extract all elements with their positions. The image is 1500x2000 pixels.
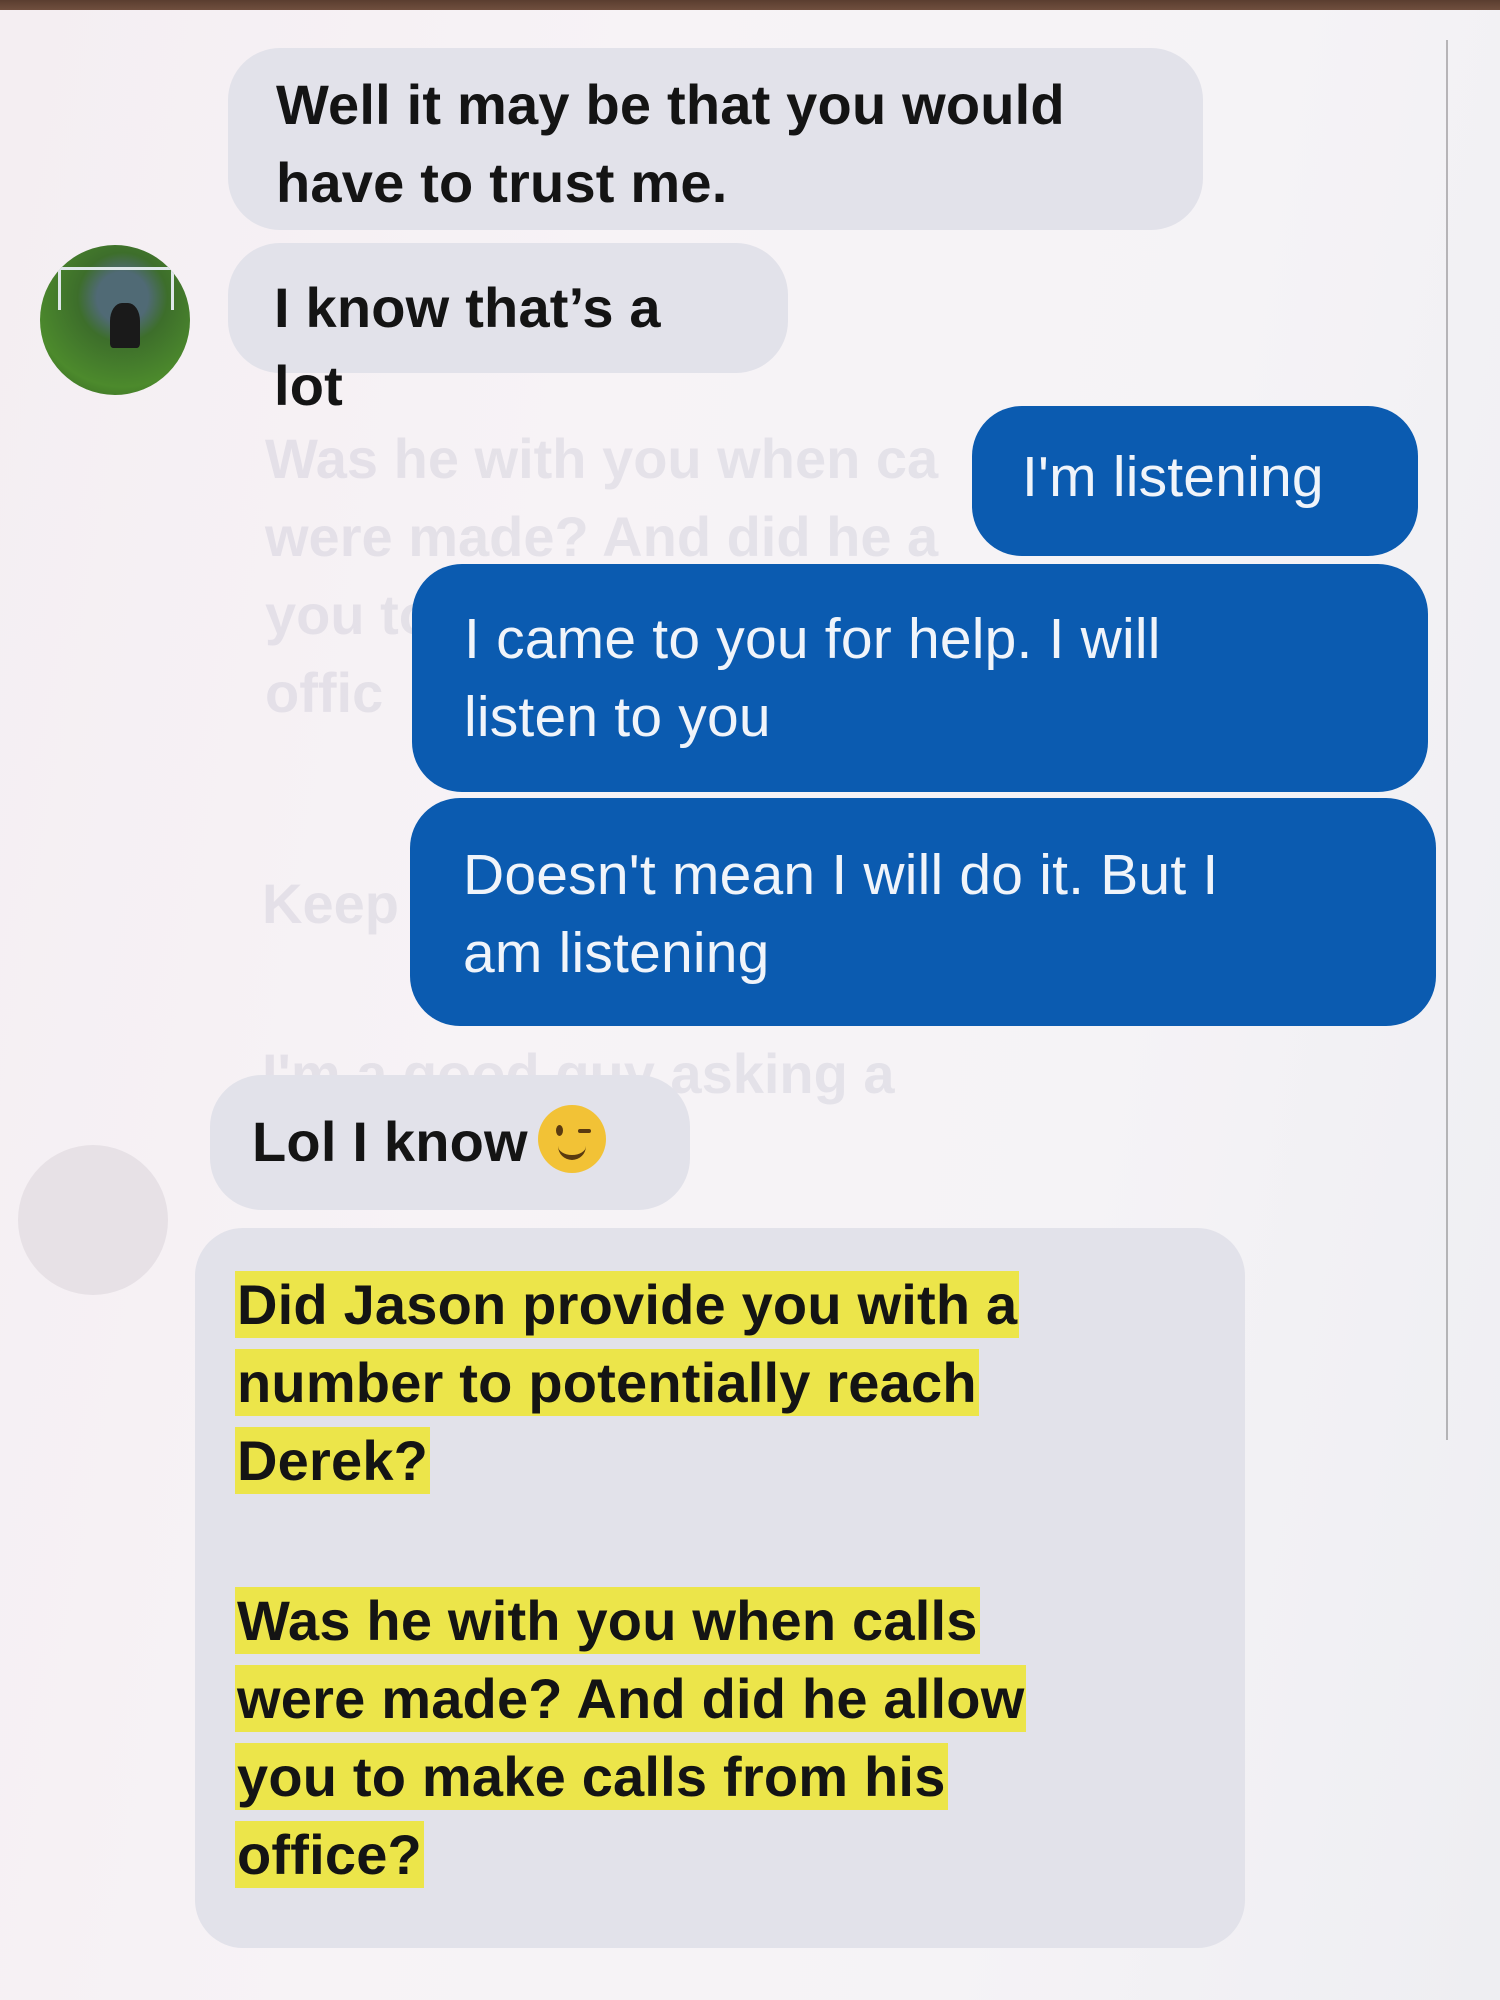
message-bubble-outgoing: Doesn't mean I will do it. But I am list… <box>410 798 1436 1026</box>
bleed-through-text: Keep <box>262 872 399 935</box>
highlighted-text-line: Did Jason provide you with a <box>237 1273 1018 1336</box>
message-text: Lol I know <box>252 1110 528 1173</box>
contact-avatar[interactable] <box>40 245 190 395</box>
bleed-through-text: offic <box>265 661 384 724</box>
message-bubble-outgoing: I'm listening <box>972 406 1418 556</box>
page-edge-line <box>1446 40 1448 1440</box>
message-text-line: I came to you for help. I will <box>464 607 1161 671</box>
winking-smile-icon <box>537 1105 606 1173</box>
message-text-line: I know that’s a lot <box>274 276 661 417</box>
message-text-line: am listening <box>463 921 770 985</box>
highlighted-text-line: Derek? <box>237 1429 429 1492</box>
avatar-goal-shape <box>58 267 174 310</box>
highlighted-text-line: number to potentially reach <box>237 1351 977 1414</box>
message-bubble-incoming: I know that’s a lot <box>228 243 788 417</box>
message-bubble-incoming-highlighted: Did Jason provide you with a number to p… <box>195 1228 1245 1948</box>
message-text-line: Well it may be that you would <box>276 73 1065 136</box>
highlighted-text-line: were made? And did he allow <box>237 1667 1025 1730</box>
bleed-through-text: Was he with you when ca <box>265 427 939 490</box>
message-bubble-incoming: Lol I know <box>210 1075 690 1210</box>
highlighted-text-line: you to make calls from his <box>237 1745 946 1808</box>
message-text-line: Doesn't mean I will do it. But I <box>463 843 1219 907</box>
highlighted-text-line: Was he with you when calls <box>237 1589 978 1652</box>
message-bubble-incoming: Well it may be that you would have to tr… <box>228 48 1203 230</box>
message-text-line: have to trust me. <box>276 151 728 214</box>
avatar-player-shape <box>110 303 140 348</box>
message-text-line: I'm listening <box>1022 445 1324 509</box>
message-text-line: listen to you <box>464 685 771 749</box>
message-paragraph: Was he with you when calls were made? An… <box>237 1582 1205 1894</box>
message-paragraph: Did Jason provide you with a number to p… <box>237 1266 1205 1500</box>
message-bubble-outgoing: I came to you for help. I will listen to… <box>412 564 1428 792</box>
highlighted-text-line: office? <box>237 1823 422 1886</box>
contact-avatar-faded <box>18 1145 168 1295</box>
bleed-through-text: you to <box>265 583 433 646</box>
